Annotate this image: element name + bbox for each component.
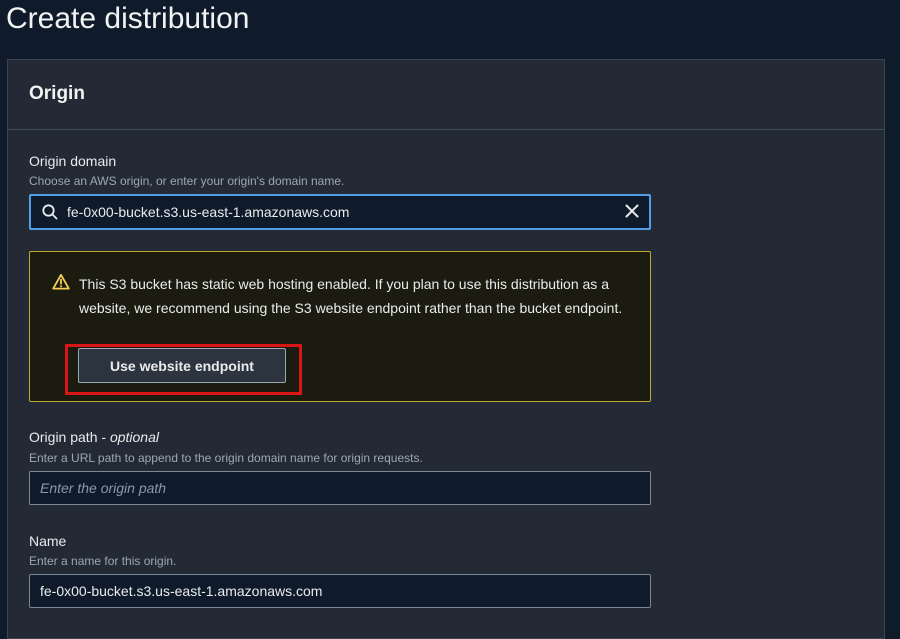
name-input[interactable]: fe-0x00-bucket.s3.us-east-1.amazonaws.co… (29, 574, 651, 608)
origin-path-placeholder: Enter the origin path (40, 480, 167, 496)
origin-domain-label: Origin domain (29, 153, 117, 169)
name-value: fe-0x00-bucket.s3.us-east-1.amazonaws.co… (40, 583, 323, 599)
alert-message: This S3 bucket has static web hosting en… (79, 276, 623, 316)
close-icon[interactable] (623, 202, 641, 220)
warning-icon (52, 273, 70, 291)
origin-path-label-text: Origin path (29, 429, 98, 445)
warning-alert: This S3 bucket has static web hosting en… (29, 251, 651, 402)
origin-domain-value: fe-0x00-bucket.s3.us-east-1.amazonaws.co… (67, 204, 350, 220)
origin-path-label: Origin path - optional (29, 429, 159, 445)
panel-header: Origin (8, 60, 884, 130)
use-website-endpoint-button[interactable]: Use website endpoint (78, 348, 286, 383)
name-label: Name (29, 533, 67, 549)
search-icon (39, 201, 61, 223)
optional-label: optional (109, 429, 159, 445)
origin-domain-description: Choose an AWS origin, or enter your orig… (29, 174, 345, 188)
origin-path-input[interactable]: Enter the origin path (29, 471, 651, 505)
panel-title: Origin (29, 83, 85, 104)
origin-panel: Origin Origin domain Choose an AWS origi… (7, 59, 885, 639)
origin-path-description: Enter a URL path to append to the origin… (29, 451, 423, 465)
origin-domain-input[interactable]: fe-0x00-bucket.s3.us-east-1.amazonaws.co… (29, 194, 651, 230)
page-title: Create distribution (6, 2, 250, 35)
name-description: Enter a name for this origin. (29, 554, 177, 568)
